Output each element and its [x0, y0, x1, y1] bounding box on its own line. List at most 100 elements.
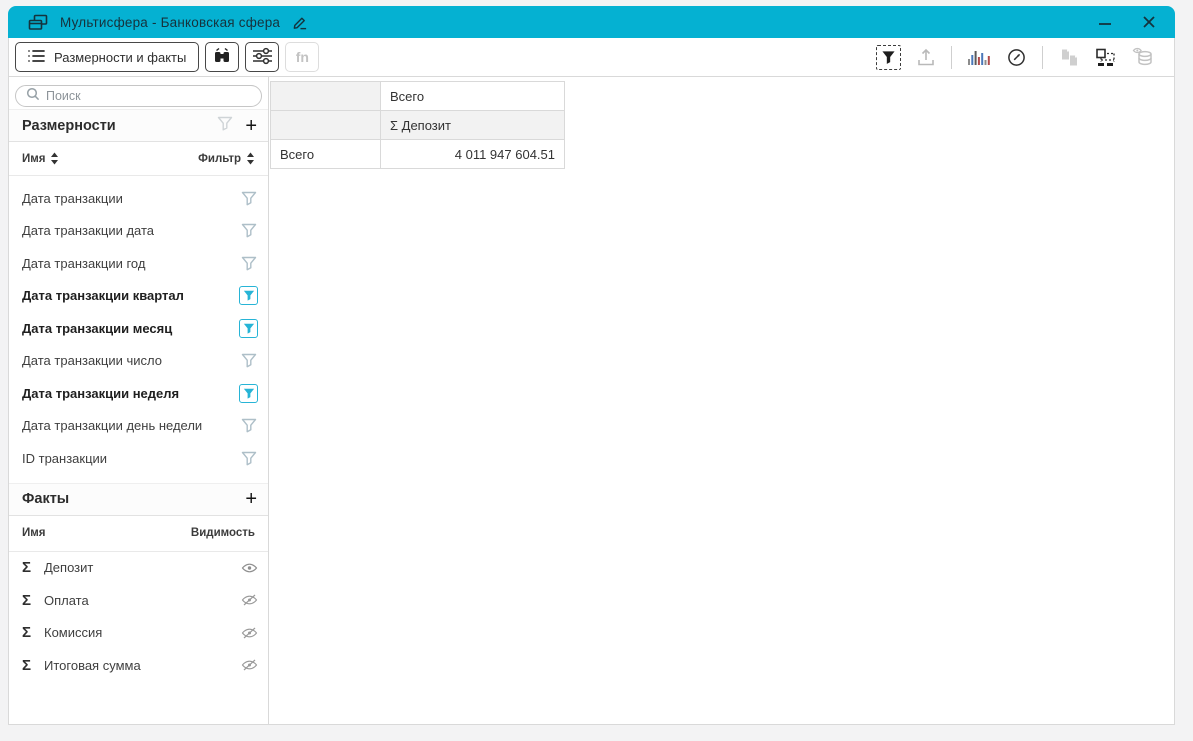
toolbar: Размерности и факты [9, 38, 1174, 77]
pivot-corner-cell-2[interactable] [271, 111, 381, 140]
filter-selection-icon[interactable] [876, 45, 901, 70]
add-dimension-button[interactable]: + [245, 116, 257, 136]
fn-button[interactable]: fn [285, 42, 319, 72]
list-icon [28, 49, 45, 66]
gauge-icon[interactable] [1006, 47, 1027, 68]
dimension-row[interactable]: Дата транзакции день недели [9, 410, 268, 443]
visibility-column-header: Видимость [191, 527, 255, 539]
dimension-list: Дата транзакции Дата транзакции дата Дата … [9, 176, 268, 475]
dimension-label: Дата транзакции день недели [22, 418, 240, 433]
fact-row[interactable]: ΣОплата [9, 584, 268, 617]
dimension-label: Дата транзакции [22, 191, 240, 206]
toolbar-separator [951, 46, 952, 69]
binoculars-button[interactable] [205, 42, 239, 72]
filter-icon[interactable] [240, 189, 258, 207]
filter-active-icon[interactable] [239, 319, 258, 338]
search-input[interactable] [46, 89, 251, 103]
sort-filter-icon[interactable] [246, 152, 255, 165]
content-area: Размерности + Имя Фильтр [9, 77, 1174, 724]
visibility-off-icon[interactable] [240, 591, 258, 609]
minimize-button[interactable] [1097, 14, 1113, 30]
clear-filters-icon[interactable] [217, 116, 233, 136]
dimension-row[interactable]: Дата транзакции число [9, 345, 268, 378]
sliders-icon [252, 47, 273, 68]
pivot-table: Всего Σ Депозит Всего 4 011 947 604.51 [270, 81, 565, 169]
fact-row[interactable]: ΣКомиссия [9, 617, 268, 650]
sort-name-icon[interactable] [50, 152, 59, 165]
binoculars-icon [212, 47, 232, 68]
hierarchy-icon[interactable] [1095, 48, 1117, 67]
filter-icon[interactable] [240, 254, 258, 272]
dimension-row[interactable]: Дата транзакции квартал [9, 280, 268, 313]
dimension-row[interactable]: Дата транзакции [9, 182, 268, 215]
dimensions-facts-label: Размерности и факты [54, 50, 186, 65]
facts-name-column-header: Имя [22, 527, 45, 539]
filter-active-icon[interactable] [239, 286, 258, 305]
dimension-label: Дата транзакции квартал [22, 288, 239, 303]
fact-row[interactable]: ΣИтоговая сумма [9, 649, 268, 682]
add-fact-button[interactable]: + [245, 489, 257, 509]
facts-section-header: Факты + [9, 483, 268, 516]
filter-column-header[interactable]: Фильтр [198, 153, 241, 165]
export-icon[interactable] [916, 48, 936, 67]
dimensions-column-headers: Имя Фильтр [9, 142, 268, 176]
sigma-icon: Σ [22, 592, 44, 609]
pivot-value-cell[interactable]: 4 011 947 604.51 [381, 140, 565, 169]
search-icon [26, 87, 40, 106]
filter-icon[interactable] [240, 449, 258, 467]
dimension-row[interactable]: ID транзакции [9, 442, 268, 475]
dimensions-section-header: Размерности + [9, 109, 268, 142]
visibility-on-icon[interactable] [240, 559, 258, 577]
fact-label: Оплата [44, 593, 240, 608]
dimension-label: Дата транзакции дата [22, 223, 240, 238]
toolbar-right-group [876, 45, 1154, 70]
filter-active-icon[interactable] [239, 384, 258, 403]
window-title: Мультисфера - Банковская сфера [60, 15, 280, 30]
sigma-icon: Σ [22, 657, 44, 674]
copy-sheet-icon[interactable] [1058, 48, 1080, 67]
dimension-label: Дата транзакции число [22, 353, 240, 368]
dimension-row[interactable]: Дата транзакции год [9, 247, 268, 280]
dimensions-facts-button[interactable]: Размерности и факты [15, 42, 199, 72]
dimensions-facts-panel: Размерности + Имя Фильтр [9, 77, 269, 724]
window-controls [1097, 14, 1157, 30]
fact-label: Депозит [44, 560, 240, 575]
search-row [9, 77, 268, 109]
dimension-label: ID транзакции [22, 451, 240, 466]
filter-icon[interactable] [240, 352, 258, 370]
pivot-measure-header-cell[interactable]: Σ Депозит [381, 111, 565, 140]
facts-column-headers: Имя Видимость [9, 516, 268, 552]
filter-icon[interactable] [240, 417, 258, 435]
fact-row[interactable]: ΣДепозит [9, 552, 268, 585]
fact-label: Итоговая сумма [44, 658, 240, 673]
database-visibility-icon[interactable] [1132, 47, 1154, 67]
dimension-row[interactable]: Дата транзакции дата [9, 215, 268, 248]
app-window: Мультисфера - Банковская сфера [8, 6, 1175, 725]
titlebar: Мультисфера - Банковская сфера [8, 6, 1175, 38]
name-column-header[interactable]: Имя [22, 153, 45, 165]
visibility-off-icon[interactable] [240, 656, 258, 674]
sliders-button[interactable] [245, 42, 279, 72]
dimension-row[interactable]: Дата транзакции месяц [9, 312, 268, 345]
fn-label: fn [296, 49, 309, 65]
pivot-row-header-cell[interactable]: Всего [271, 140, 381, 169]
dimension-label: Дата транзакции год [22, 256, 240, 271]
bar-chart-icon[interactable] [967, 48, 991, 66]
fact-list: ΣДепозитΣОплатаΣКомиссияΣИтоговая сумма [9, 552, 268, 682]
sigma-icon: Σ [22, 559, 44, 576]
pivot-corner-cell[interactable] [271, 82, 381, 111]
edit-title-icon[interactable] [292, 14, 308, 30]
filter-icon[interactable] [240, 222, 258, 240]
sigma-icon: Σ [22, 624, 44, 641]
cascade-windows-icon [28, 14, 48, 31]
dimension-label: Дата транзакции месяц [22, 321, 239, 336]
close-button[interactable] [1141, 14, 1157, 30]
toolbar-separator [1042, 46, 1043, 69]
dimension-row[interactable]: Дата транзакции неделя [9, 377, 268, 410]
dimension-label: Дата транзакции неделя [22, 386, 239, 401]
pivot-column-header-cell[interactable]: Всего [381, 82, 565, 111]
visibility-off-icon[interactable] [240, 624, 258, 642]
search-box[interactable] [15, 85, 262, 107]
dimensions-title: Размерности [22, 118, 205, 134]
fact-label: Комиссия [44, 625, 240, 640]
